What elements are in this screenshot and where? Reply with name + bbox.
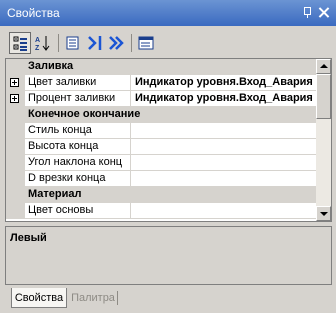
row-gutter xyxy=(6,187,25,203)
row-gutter xyxy=(6,91,25,107)
property-name: Стиль конца xyxy=(25,123,131,139)
row-gutter xyxy=(6,155,25,171)
property-row[interactable]: Стиль конца xyxy=(6,123,317,139)
expand-plus-icon[interactable] xyxy=(10,78,19,87)
vertical-scrollbar[interactable] xyxy=(316,59,331,221)
property-pages-button[interactable] xyxy=(135,32,157,54)
property-pages-icon xyxy=(138,36,154,50)
row-gutter xyxy=(6,171,25,187)
svg-text:Z: Z xyxy=(35,45,40,51)
bottom-tabs: Свойства Палитра xyxy=(0,288,336,313)
description-title: Левый xyxy=(10,232,47,244)
row-gutter xyxy=(6,123,25,139)
row-gutter xyxy=(6,203,25,219)
properties-icon xyxy=(66,36,79,50)
alphabetical-sort-icon: A Z xyxy=(35,36,50,51)
property-value[interactable] xyxy=(131,171,317,187)
property-name: Угол наклона конц xyxy=(25,155,131,171)
pin-icon[interactable] xyxy=(303,7,314,18)
category-row[interactable]: Конечное окончание xyxy=(6,107,316,123)
svg-text:A: A xyxy=(35,37,40,44)
category-label: Материал xyxy=(28,188,82,200)
property-row[interactable]: Цвет основы xyxy=(6,203,317,219)
alphabetical-button[interactable]: A Z xyxy=(32,32,54,54)
toolbar-separator xyxy=(131,34,132,52)
window-title: Свойства xyxy=(7,6,60,20)
properties-button[interactable] xyxy=(62,32,84,54)
property-value[interactable] xyxy=(131,155,317,171)
toolbar: A Z xyxy=(0,29,336,57)
close-icon[interactable] xyxy=(318,7,329,18)
property-row[interactable]: Цвет заливки Индикатор уровня.Вход_Авария xyxy=(6,75,317,91)
scroll-up-button[interactable] xyxy=(316,59,331,74)
property-value[interactable] xyxy=(131,139,317,155)
property-row[interactable]: Процент заливки Индикатор уровня.Вход_Ава… xyxy=(6,91,317,107)
title-bar: Свойства xyxy=(0,0,336,26)
property-value[interactable] xyxy=(131,203,317,219)
property-value[interactable] xyxy=(131,123,317,139)
property-name: Высота конца xyxy=(25,139,131,155)
categorized-icon xyxy=(13,36,27,51)
property-row[interactable]: Угол наклона конц xyxy=(6,155,317,171)
property-name: Цвет основы xyxy=(25,203,131,219)
property-name: Процент заливки xyxy=(25,91,131,107)
expand-plus-icon[interactable] xyxy=(10,94,19,103)
row-gutter xyxy=(6,59,25,75)
description-pane: Левый xyxy=(5,226,332,285)
property-row[interactable]: D врезки конца xyxy=(6,171,317,187)
property-grid: Заливка Цвет заливки Индикатор уровня.Вход… xyxy=(5,58,332,222)
row-gutter xyxy=(6,75,25,91)
tab-palette[interactable]: Палитра xyxy=(68,288,118,308)
scroll-thumb[interactable] xyxy=(316,74,331,119)
category-label: Заливка xyxy=(28,60,74,72)
categorized-button[interactable] xyxy=(9,32,31,54)
property-row[interactable]: Высота конца xyxy=(6,139,317,155)
events-icon xyxy=(88,36,102,50)
property-name: D врезки конца xyxy=(25,171,131,187)
events-button[interactable] xyxy=(84,32,106,54)
category-row[interactable]: Заливка xyxy=(6,59,316,75)
messages-icon xyxy=(109,36,124,50)
property-value[interactable]: Индикатор уровня.Вход_Авария xyxy=(131,91,317,107)
toolbar-separator xyxy=(58,34,59,52)
category-row[interactable]: Материал xyxy=(6,187,316,203)
row-gutter xyxy=(6,139,25,155)
scroll-down-button[interactable] xyxy=(316,206,331,221)
messages-button[interactable] xyxy=(106,32,128,54)
property-value[interactable]: Индикатор уровня.Вход_Авария xyxy=(131,75,317,91)
property-name: Цвет заливки xyxy=(25,75,131,91)
category-label: Конечное окончание xyxy=(28,108,141,120)
tab-properties[interactable]: Свойства xyxy=(11,288,67,308)
row-gutter xyxy=(6,107,25,123)
